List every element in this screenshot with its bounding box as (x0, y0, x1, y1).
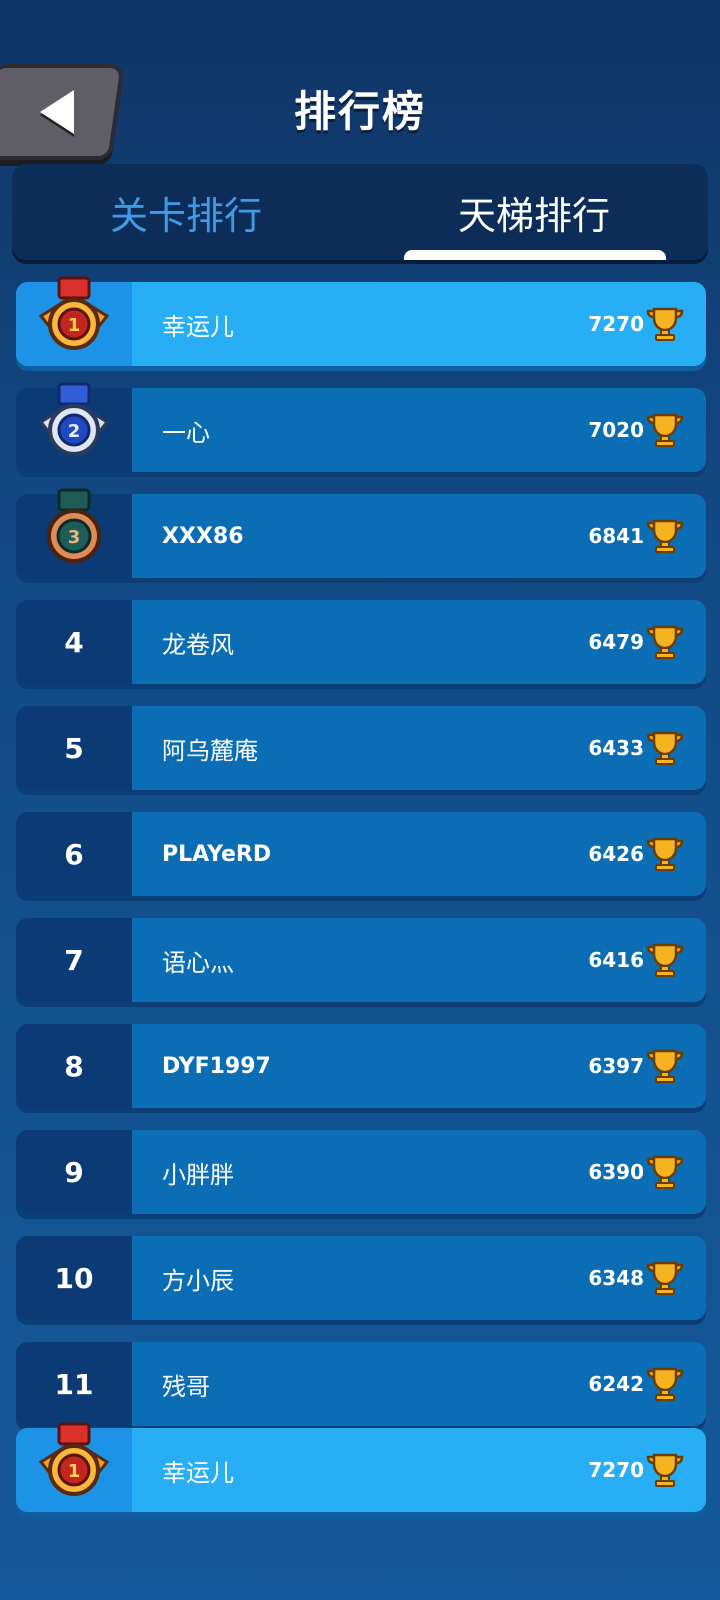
score-value: 7020 (588, 418, 644, 442)
rank-number: 5 (16, 706, 132, 790)
score-cell: 6841 (588, 494, 706, 578)
trophy-icon (646, 413, 684, 447)
rank-cell: 2 (16, 382, 132, 472)
score-value: 7270 (588, 1458, 644, 1482)
score-value: 7270 (588, 312, 644, 336)
trophy-icon (646, 307, 684, 341)
score-cell: 6433 (588, 706, 706, 790)
leaderboard-row[interactable]: 7 语心灬 6416 (16, 918, 706, 1002)
player-name: 残哥 (162, 1372, 210, 1401)
score-value: 6416 (588, 948, 644, 972)
active-tab-indicator (404, 250, 666, 260)
medal-rank-text: 1 (68, 315, 81, 336)
medal-rank-text: 2 (68, 421, 81, 442)
player-name: 一心 (162, 418, 210, 447)
score-value: 6390 (588, 1160, 644, 1184)
player-name: 幸运儿 (162, 312, 234, 341)
score-value: 6479 (588, 630, 644, 654)
leaderboard-row[interactable]: 3 XXX86 6841 (16, 488, 706, 578)
leaderboard-row[interactable]: 8 DYF1997 6397 (16, 1024, 706, 1108)
score-cell: 6348 (588, 1236, 706, 1320)
trophy-icon (646, 625, 684, 659)
player-name: 方小辰 (162, 1266, 234, 1295)
leaderboard-row[interactable]: 6 PLAYeRD 6426 (16, 812, 706, 896)
player-name: DYF1997 (162, 1053, 271, 1079)
score-value: 6397 (588, 1054, 644, 1078)
page-title: 排行榜 (293, 87, 426, 136)
rank-cell: 1 (16, 276, 132, 366)
player-name: 语心灬 (162, 948, 234, 977)
trophy-icon (646, 1261, 684, 1295)
leaderboard-row[interactable]: 1 幸运儿 7270 (16, 276, 706, 366)
score-cell: 6242 (588, 1342, 706, 1426)
trophy-icon (646, 837, 684, 871)
score-cell: 6479 (588, 600, 706, 684)
rank-number: 8 (16, 1024, 132, 1108)
rank-number: 10 (16, 1236, 132, 1320)
leaderboard-row[interactable]: 10 方小辰 6348 (16, 1236, 706, 1320)
score-cell: 7270 (588, 1428, 706, 1512)
score-cell: 7270 (588, 282, 706, 366)
rank-number: 7 (16, 918, 132, 1002)
leaderboard-row[interactable]: 5 阿乌麓庵 6433 (16, 706, 706, 790)
trophy-icon (646, 1049, 684, 1083)
player-name: 小胖胖 (162, 1160, 234, 1189)
tab-bar: 关卡排行 天梯排行 (12, 164, 708, 260)
leaderboard-row[interactable]: 2 一心 7020 (16, 382, 706, 472)
player-name: PLAYeRD (162, 841, 272, 867)
medal-rank-text: 3 (68, 527, 81, 548)
leaderboard-row[interactable]: 4 龙卷风 6479 (16, 600, 706, 684)
score-cell: 6416 (588, 918, 706, 1002)
my-rank-row[interactable]: 1 幸运儿 7270 (16, 1422, 706, 1512)
trophy-icon (646, 1367, 684, 1401)
player-name: 龙卷风 (162, 630, 234, 659)
rank-number: 4 (16, 600, 132, 684)
trophy-icon (646, 1453, 684, 1487)
rank-number: 9 (16, 1130, 132, 1214)
tab-level-ranking[interactable]: 关卡排行 (12, 164, 360, 260)
my-rank-bar: 1 幸运儿 7270 (16, 1422, 706, 1534)
score-cell: 6426 (588, 812, 706, 896)
leaderboard-row[interactable]: 11 残哥 6242 (16, 1342, 706, 1426)
trophy-icon (646, 1155, 684, 1189)
rank-number: 6 (16, 812, 132, 896)
trophy-icon (646, 731, 684, 765)
score-value: 6348 (588, 1266, 644, 1290)
score-value: 6841 (588, 524, 644, 548)
silver-medal-icon: 2 (38, 382, 110, 456)
gold-medal-icon: 1 (38, 1422, 110, 1496)
tab-ladder-ranking-label: 天梯排行 (457, 193, 610, 238)
leaderboard-list[interactable]: 1 幸运儿 7270 2 一心 7020 3 XXX86 6841 4 龙卷风 … (16, 276, 706, 1448)
tab-ladder-ranking[interactable]: 天梯排行 (360, 164, 708, 260)
tab-level-ranking-label: 关卡排行 (109, 193, 262, 238)
bronze-medal-icon: 3 (47, 488, 101, 563)
trophy-icon (646, 943, 684, 977)
medal-rank-text: 1 (68, 1461, 81, 1482)
player-name: 幸运儿 (162, 1458, 234, 1487)
player-name: 阿乌麓庵 (162, 736, 258, 765)
gold-medal-icon: 1 (38, 276, 110, 350)
leaderboard-row[interactable]: 9 小胖胖 6390 (16, 1130, 706, 1214)
score-cell: 6390 (588, 1130, 706, 1214)
rank-cell: 3 (16, 488, 132, 578)
score-cell: 7020 (588, 388, 706, 472)
score-value: 6242 (588, 1372, 644, 1396)
rank-number: 11 (16, 1342, 132, 1426)
trophy-icon (646, 519, 684, 553)
rank-cell: 1 (16, 1422, 132, 1512)
score-cell: 6397 (588, 1024, 706, 1108)
score-value: 6433 (588, 736, 644, 760)
player-name: XXX86 (162, 523, 244, 549)
score-value: 6426 (588, 842, 644, 866)
